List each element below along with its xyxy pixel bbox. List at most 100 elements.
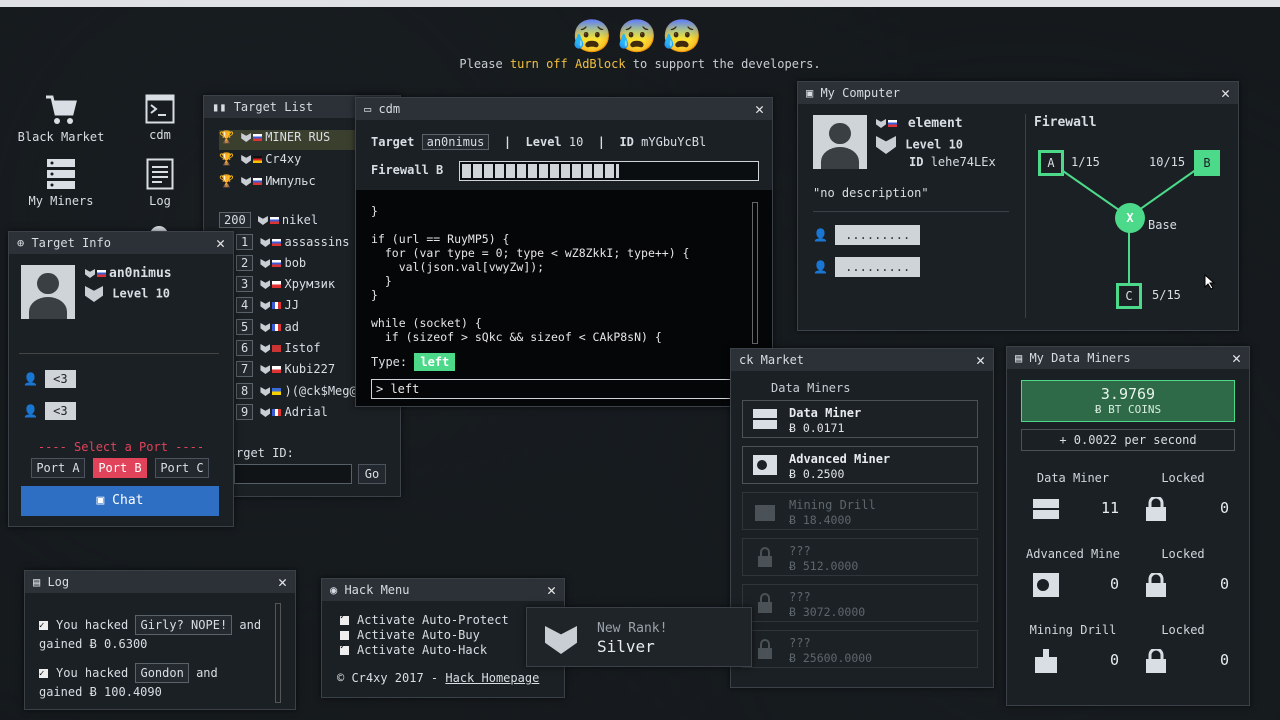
divider bbox=[19, 353, 219, 354]
player-level: Level 10 bbox=[876, 136, 963, 154]
chat-button[interactable]: ▣ Chat bbox=[21, 486, 219, 516]
list-item[interactable]: 7 Kubi227 bbox=[236, 361, 335, 377]
cdm-titlebar[interactable]: ▭ cdm ✕ bbox=[356, 98, 772, 120]
browser-bar bbox=[0, 0, 1280, 7]
list-item[interactable]: 🏆 Импульс bbox=[219, 174, 316, 188]
cdm-target-info: Target an0nimus | Level 10 | ID mYGbuYcB… bbox=[371, 134, 707, 150]
scrollbar[interactable] bbox=[275, 603, 281, 703]
market-item-advanced-miner[interactable]: Advanced Miner Ƀ 0.2500 bbox=[742, 446, 978, 484]
lock-icon bbox=[1146, 497, 1166, 521]
list-item[interactable]: 5 ad bbox=[236, 319, 299, 335]
server-icon: ▤ bbox=[1015, 351, 1030, 365]
market-item-locked: ??? Ƀ 512.0000 bbox=[742, 538, 978, 576]
close-icon[interactable]: ✕ bbox=[976, 349, 985, 371]
log-window: ▤ Log ✕ You hacked Girly? NOPE! andgained… bbox=[24, 570, 296, 710]
cdm-window: ▭ cdm ✕ Target an0nimus | Level 10 | ID m… bbox=[355, 97, 773, 407]
list-item[interactable]: 1 assassins bbox=[236, 234, 350, 250]
hack-menu-footer: © Cr4xy 2017 - Hack Homepage bbox=[337, 671, 540, 685]
close-icon[interactable]: ✕ bbox=[278, 571, 287, 593]
document-icon: ▤ bbox=[33, 575, 48, 589]
avatar bbox=[813, 115, 867, 169]
list-item[interactable]: 8 )(@ck$Meg@ bbox=[236, 383, 357, 399]
log-titlebar[interactable]: ▤ Log ✕ bbox=[25, 571, 295, 593]
target-level: Level 10 bbox=[85, 286, 170, 302]
black-market-titlebar[interactable]: ck Market ✕ bbox=[731, 349, 993, 371]
coin-price: Ƀ 3072.0000 bbox=[789, 605, 866, 619]
list-item[interactable]: 🏆 Cr4xy bbox=[219, 152, 301, 166]
my-computer-window: ▣ My Computer ✕ element Level 10 ID lehe7… bbox=[797, 81, 1239, 331]
divider bbox=[813, 211, 1009, 212]
market-item-locked: ??? Ƀ 25600.0000 bbox=[742, 630, 978, 668]
scrollbar[interactable] bbox=[752, 202, 758, 344]
window-title: My Data Miners bbox=[1029, 351, 1131, 365]
drill-icon bbox=[755, 505, 775, 521]
rank-shield-icon bbox=[545, 626, 577, 654]
market-item-data-miner[interactable]: Data Miner Ƀ 0.0171 bbox=[742, 400, 978, 438]
firewall-node-c[interactable]: C bbox=[1116, 283, 1142, 309]
desktop-label: My Miners bbox=[28, 194, 94, 208]
desktop-label: Log bbox=[149, 194, 171, 208]
firewall-node-a[interactable]: A bbox=[1038, 150, 1064, 176]
base-node[interactable]: X bbox=[1115, 203, 1145, 233]
desktop-cdm[interactable]: cdm bbox=[130, 94, 190, 142]
port-c-button[interactable]: Port C bbox=[155, 458, 209, 478]
desktop-my-miners[interactable]: My Miners bbox=[15, 158, 107, 208]
rank-name: Silver bbox=[597, 637, 655, 656]
desktop-black-market[interactable]: Black Market bbox=[15, 94, 107, 144]
auto-hack-checkbox[interactable]: Activate Auto-Hack bbox=[340, 642, 487, 657]
close-icon[interactable]: ✕ bbox=[1232, 347, 1241, 369]
list-item[interactable]: 3 Хрумзик bbox=[236, 276, 335, 292]
window-title: Log bbox=[47, 575, 70, 589]
hack-menu-titlebar[interactable]: ◉ Hack Menu ✕ bbox=[322, 579, 564, 601]
auto-protect-checkbox[interactable]: Activate Auto-Protect bbox=[340, 612, 509, 627]
chat-message: 👤 ......... bbox=[813, 257, 921, 277]
list-item[interactable]: 9 Adrial bbox=[236, 404, 328, 420]
info-icon: ⊕ bbox=[17, 236, 32, 250]
server-icon bbox=[1033, 499, 1059, 519]
type-label: Type: left bbox=[371, 353, 456, 371]
close-icon[interactable]: ✕ bbox=[1221, 82, 1230, 104]
section-title: Data Miners bbox=[771, 381, 851, 395]
command-input[interactable]: > left bbox=[371, 379, 759, 399]
node-a-value: 1/15 bbox=[1071, 155, 1100, 169]
miner-card-advanced-miner: Advanced Mine 0 bbox=[1021, 547, 1125, 617]
desktop-label: cdm bbox=[149, 128, 171, 142]
port-a-button[interactable]: Port A bbox=[31, 458, 85, 478]
window-title: cdm bbox=[378, 102, 401, 116]
base-label: Base bbox=[1148, 218, 1177, 232]
data-miners-titlebar[interactable]: ▤ My Data Miners ✕ bbox=[1007, 347, 1249, 369]
balance-value: 3.9769 bbox=[1100, 385, 1156, 403]
miner-card-data-miner: Data Miner 11 bbox=[1021, 471, 1125, 541]
target-info-titlebar[interactable]: ⊕ Target Info ✕ bbox=[9, 232, 233, 254]
mouse-cursor-icon bbox=[1204, 274, 1216, 290]
close-icon[interactable]: ✕ bbox=[216, 232, 225, 254]
lock-icon bbox=[1146, 573, 1166, 597]
desktop-label: Black Market bbox=[17, 130, 105, 144]
go-button[interactable]: Go bbox=[358, 464, 386, 484]
chart-icon: ▮▮ bbox=[212, 100, 234, 114]
close-icon[interactable]: ✕ bbox=[755, 98, 764, 120]
window-title: Target Info bbox=[31, 236, 111, 250]
desktop-log[interactable]: Log bbox=[130, 158, 190, 208]
target-name: an0nimus bbox=[85, 266, 172, 281]
document-icon bbox=[146, 158, 174, 190]
my-computer-titlebar[interactable]: ▣ My Computer ✕ bbox=[798, 82, 1238, 104]
lock-icon bbox=[758, 593, 772, 613]
list-item[interactable]: 4 JJ bbox=[236, 297, 299, 313]
trophy-icon: 🏆 bbox=[219, 130, 234, 144]
list-item[interactable]: 6 Istof bbox=[236, 340, 321, 356]
window-title: Hack Menu bbox=[344, 583, 410, 597]
market-item-locked: ??? Ƀ 3072.0000 bbox=[742, 584, 978, 622]
list-item[interactable]: 2 bob bbox=[236, 255, 306, 271]
firewall-node-b[interactable]: B bbox=[1194, 150, 1220, 176]
miner-card-mining-drill: Mining Drill 0 bbox=[1021, 623, 1125, 693]
close-icon[interactable]: ✕ bbox=[547, 579, 556, 601]
list-item[interactable]: 200 nikel bbox=[219, 212, 318, 228]
window-title: Target List bbox=[233, 100, 314, 114]
terminal-icon: ▭ bbox=[364, 102, 379, 116]
auto-buy-checkbox[interactable]: Activate Auto-Buy bbox=[340, 628, 480, 642]
coin-price: Ƀ 18.4000 bbox=[789, 513, 852, 527]
homepage-link[interactable]: Hack Homepage bbox=[445, 671, 539, 685]
target-id-input[interactable] bbox=[234, 464, 352, 484]
port-b-button[interactable]: Port B bbox=[93, 458, 147, 478]
